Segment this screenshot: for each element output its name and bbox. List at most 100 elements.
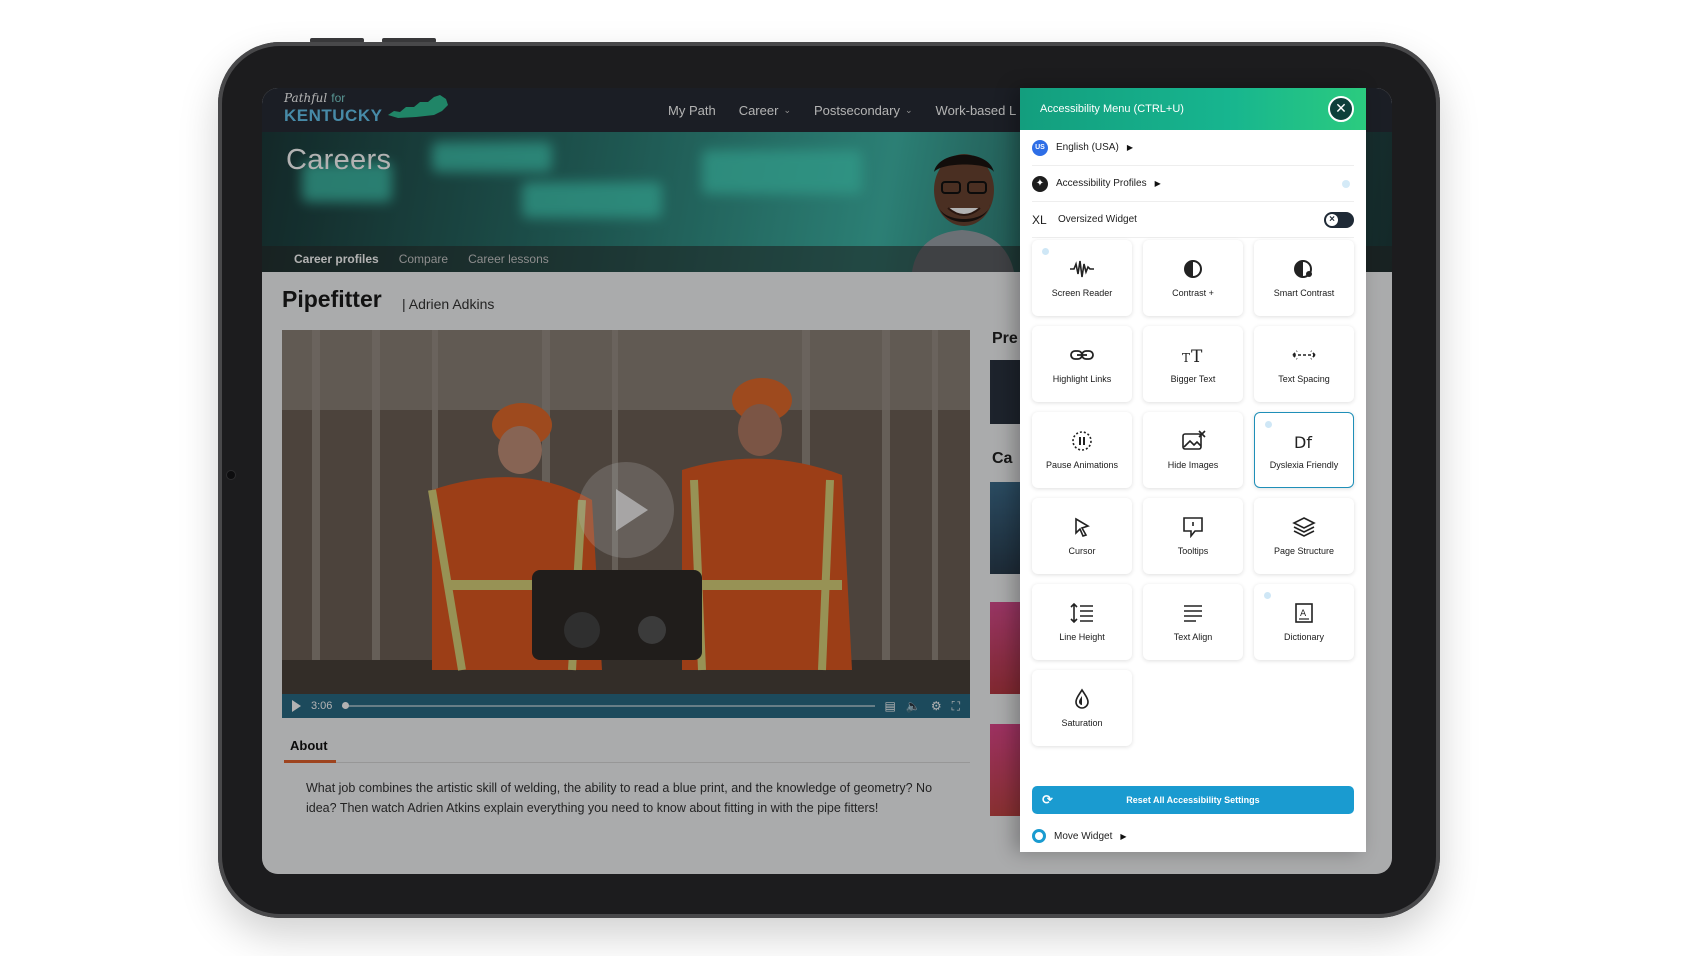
play-icon[interactable] [292,700,301,712]
site-logo[interactable]: Pathful for KENTUCKY [284,91,454,129]
tile-contrast[interactable]: Contrast + [1143,240,1243,316]
caret-right-icon: ▶ [1120,831,1127,841]
tile-label: Screen Reader [1051,288,1113,298]
tile-page-structure[interactable]: Page Structure [1254,498,1354,574]
tile-label: Hide Images [1167,460,1219,470]
hero-background-shape [432,142,552,172]
tile-label: Dictionary [1283,632,1324,642]
tile-bigger-text[interactable]: TT Bigger Text [1143,326,1243,402]
tile-text-spacing[interactable]: Text Spacing [1254,326,1354,402]
move-widget[interactable]: Move Widget ▶ [1032,824,1127,848]
profiles-label: Accessibility Profiles [1056,178,1147,189]
refresh-icon: ⟳ [1042,792,1053,807]
tile-label: Tooltips [1177,546,1209,556]
career-video-player[interactable]: 3:06 ▤ 🔈 ⚙ ⛶ [282,330,970,718]
chevron-down-icon: ⌄ [904,104,913,115]
video-progress[interactable] [342,702,875,709]
video-play-icon[interactable] [578,462,674,558]
nav-my-path[interactable]: My Path [668,103,716,118]
svg-text:Df: Df [1294,433,1312,452]
reset-accessibility-button[interactable]: ⟳ Reset All Accessibility Settings [1032,786,1354,814]
svg-text:T: T [1191,347,1203,366]
job-title: Pipefitter [282,286,382,312]
fullscreen-icon[interactable]: ⛶ [952,699,960,714]
tile-dyslexia-friendly[interactable]: Df Dyslexia Friendly [1254,412,1354,488]
close-icon[interactable]: ✕ [1328,96,1354,122]
svg-text:A: A [1300,609,1307,619]
language-label: English (USA) [1056,142,1119,153]
tile-smart-contrast[interactable]: Smart Contrast [1254,240,1354,316]
nav-career[interactable]: Career ⌄ [739,103,791,118]
info-icon[interactable] [1042,248,1049,255]
tile-label: Highlight Links [1052,374,1112,384]
svg-text:T: T [1182,351,1190,365]
oversized-widget-row: XL Oversized Widget [1032,202,1354,238]
caret-right-icon: ▶ [1126,143,1133,152]
tile-line-height[interactable]: Line Height [1032,584,1132,660]
tile-cursor[interactable]: Cursor [1032,498,1132,574]
tile-saturation[interactable]: Saturation [1032,670,1132,746]
link-icon [1070,350,1094,360]
accessibility-menu: Accessibility Menu (CTRL+U) ✕ US English… [1020,88,1366,852]
tile-label: Page Structure [1273,546,1335,556]
text-spacing-icon [1292,350,1316,360]
volume-icon[interactable]: 🔈 [906,699,921,713]
info-icon[interactable] [1342,180,1350,188]
logo-wordmark: Pathful for [284,91,346,105]
pause-animations-icon [1072,431,1092,451]
language-selector[interactable]: US English (USA) ▶ [1032,130,1354,166]
nav-postsecondary[interactable]: Postsecondary ⌄ [814,103,913,118]
hero-background-shape [522,182,662,218]
smart-contrast-icon [1294,260,1312,278]
tab-compare[interactable]: Compare [399,252,448,266]
tab-about[interactable]: About [290,738,328,753]
move-widget-label: Move Widget [1054,830,1113,842]
video-controls: 3:06 ▤ 🔈 ⚙ ⛶ [282,694,970,718]
tab-career-lessons[interactable]: Career lessons [468,252,549,266]
nav-work-based[interactable]: Work-based L [936,103,1017,118]
accessibility-menu-title: Accessibility Menu (CTRL+U) [1040,103,1184,115]
saturation-icon [1075,688,1089,709]
captions-icon[interactable]: ▤ [885,699,896,713]
tile-hide-images[interactable]: Hide Images [1143,412,1243,488]
tile-label: Text Spacing [1278,374,1330,384]
reset-label: Reset All Accessibility Settings [1126,795,1260,805]
tile-pause-animations[interactable]: Pause Animations [1032,412,1132,488]
nav-links: My Path Career ⌄ Postsecondary ⌄ Work-base… [668,88,1016,132]
logo-state-name: KENTUCKY [284,106,383,125]
move-widget-icon [1032,829,1046,843]
hero-background-shape [702,150,862,194]
accessibility-menu-header: Accessibility Menu (CTRL+U) ✕ [1020,88,1366,130]
tile-label: Dyslexia Friendly [1269,460,1339,470]
front-camera [226,470,236,480]
tile-screen-reader[interactable]: Screen Reader [1032,240,1132,316]
info-icon[interactable] [1265,421,1272,428]
accessibility-person-icon: ✦ [1032,175,1048,192]
info-icon[interactable] [1264,592,1271,599]
about-divider [284,762,970,763]
tile-tooltips[interactable]: Tooltips [1143,498,1243,574]
about-active-underline [284,760,336,763]
tile-dictionary[interactable]: A Dictionary [1254,584,1354,660]
tile-text-align[interactable]: Text Align [1143,584,1243,660]
tab-career-profiles[interactable]: Career profiles [294,252,379,266]
page-structure-icon [1292,517,1316,537]
side-heading: Pre [992,330,1018,347]
tile-label: Line Height [1059,632,1105,642]
accessibility-profiles[interactable]: ✦ Accessibility Profiles ▶ [1032,166,1354,202]
tooltips-icon [1183,517,1203,538]
page-title: Careers [286,144,392,176]
xl-icon: XL [1032,212,1047,227]
video-time: 3:06 [311,700,333,712]
oversized-label: Oversized Widget [1058,214,1137,225]
kentucky-map-icon [388,95,448,118]
cursor-icon [1075,517,1090,537]
settings-icon[interactable]: ⚙ [931,699,942,713]
tile-highlight-links[interactable]: Highlight Links [1032,326,1132,402]
job-author: | Adrien Adkins [402,296,495,312]
oversized-toggle[interactable] [1324,212,1354,228]
side-heading: Ca [992,450,1013,467]
line-height-icon [1070,602,1093,624]
tile-label: Cursor [1068,546,1096,556]
bigger-text-icon: TT [1182,347,1203,366]
